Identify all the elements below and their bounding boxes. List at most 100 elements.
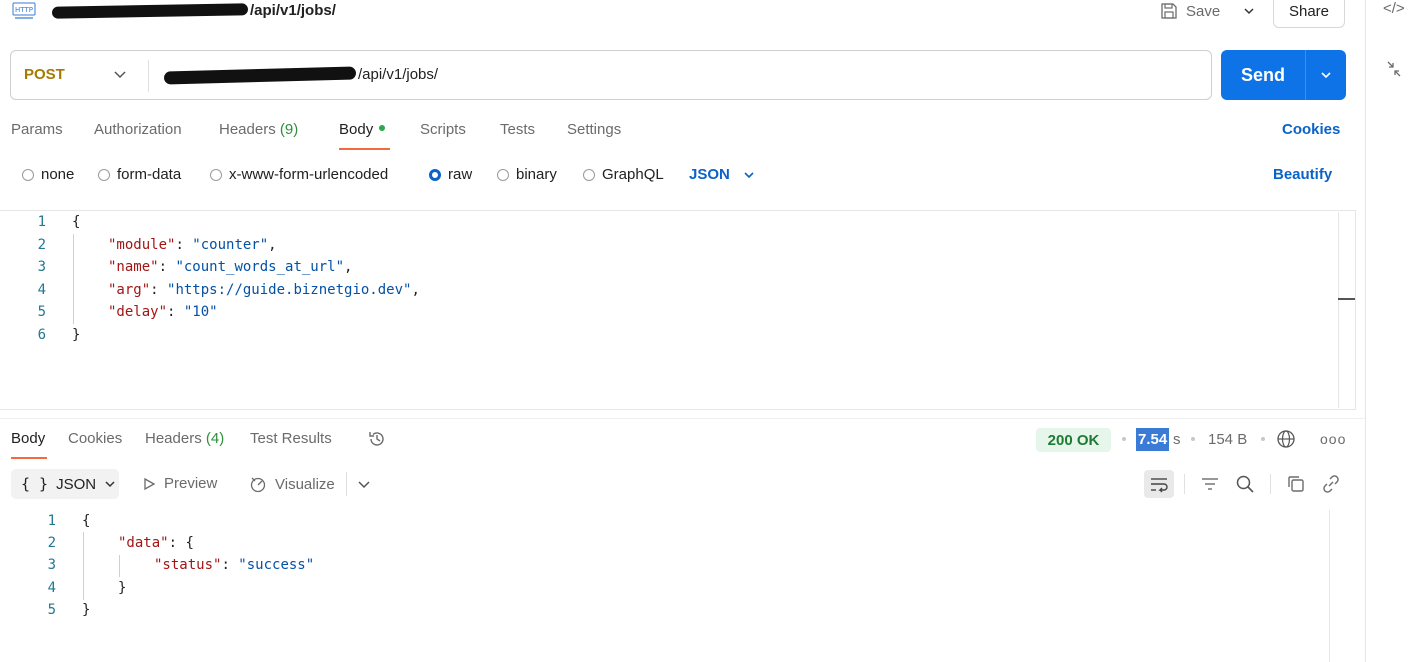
save-button[interactable]: Save (1160, 0, 1220, 22)
url-input[interactable]: /api/v1/jobs/ (163, 66, 438, 85)
code-brace-open: { (72, 214, 81, 230)
indent-guide (83, 532, 84, 600)
tab-headers[interactable]: Headers (9) (219, 121, 298, 138)
response-tab-headers-label: Headers (145, 430, 202, 447)
http-method-select[interactable]: POST (24, 66, 65, 83)
colon: : (221, 557, 239, 573)
chevron-down-icon[interactable] (112, 66, 128, 82)
radio-label: binary (516, 166, 557, 183)
preview-button[interactable]: Preview (142, 475, 217, 492)
tab-body-label: Body (339, 121, 374, 138)
tab-body[interactable]: Body (339, 121, 386, 138)
beautify-button[interactable]: Beautify (1273, 166, 1332, 183)
json-value: "count_words_at_url" (175, 259, 345, 275)
pane-divider[interactable] (0, 418, 1365, 419)
toolbar-divider (346, 472, 347, 496)
collapse-icon[interactable] (1386, 60, 1402, 78)
response-tab-test-results[interactable]: Test Results (250, 430, 332, 447)
json-value: "10" (183, 304, 218, 320)
tab-tests[interactable]: Tests (500, 121, 535, 138)
link-icon[interactable] (1321, 474, 1341, 494)
request-title[interactable]: /api/v1/jobs/ (51, 2, 336, 19)
redacted-host (51, 3, 249, 19)
radio-circle (22, 168, 34, 181)
radio-form-data[interactable]: form-data (98, 166, 181, 183)
status-badge[interactable]: 200 OK (1036, 428, 1111, 452)
code-brace-close: } (72, 327, 81, 343)
indent-guide (119, 555, 120, 577)
save-icon (1161, 3, 1177, 19)
line-number: 4 (37, 282, 46, 298)
response-tab-body[interactable]: Body (11, 430, 45, 447)
save-options-dropdown[interactable] (1238, 0, 1260, 22)
line-number: 1 (47, 513, 56, 529)
response-format-label: JSON (56, 475, 97, 493)
search-icon[interactable] (1235, 474, 1255, 494)
send-button[interactable]: Send (1221, 50, 1305, 100)
line-number: 5 (47, 602, 56, 618)
cookies-link[interactable]: Cookies (1282, 121, 1340, 138)
visualize-button[interactable]: Visualize (249, 475, 335, 493)
copy-icon[interactable] (1286, 474, 1306, 494)
editor-scrollbar[interactable] (1338, 212, 1339, 408)
radio-raw[interactable]: raw (429, 166, 472, 183)
chevron-down-icon[interactable] (356, 476, 372, 492)
radio-circle (210, 168, 222, 181)
body-format-select[interactable]: JSON (689, 166, 756, 183)
radio-circle (98, 168, 110, 181)
code-line: "data": { (118, 535, 194, 551)
send-options-dropdown[interactable] (1305, 50, 1346, 100)
history-icon[interactable] (367, 429, 387, 449)
tab-settings[interactable]: Settings (567, 121, 621, 138)
colon: : (158, 259, 176, 275)
radio-urlencoded[interactable]: x-www-form-urlencoded (210, 166, 388, 183)
response-time[interactable]: 7.54 (1136, 428, 1170, 451)
line-number: 6 (37, 327, 46, 343)
wrap-lines-button[interactable] (1144, 470, 1174, 498)
scrollbar-thumb[interactable] (1338, 298, 1355, 300)
tab-scripts[interactable]: Scripts (420, 121, 466, 138)
comma: , (268, 237, 277, 253)
line-number: 2 (37, 237, 46, 253)
radio-graphql[interactable]: GraphQL (583, 166, 664, 183)
radio-circle-selected (429, 168, 441, 181)
response-size[interactable]: 154 B (1208, 431, 1247, 448)
headers-count: (9) (279, 121, 299, 138)
tab-params[interactable]: Params (11, 121, 63, 138)
json-key: "name" (108, 259, 159, 275)
radio-none[interactable]: none (22, 166, 74, 183)
line-number: 1 (37, 214, 46, 230)
code-brace-close: } (118, 580, 127, 596)
toolbar-divider (1270, 474, 1271, 494)
preview-label: Preview (164, 475, 218, 492)
code-snippet-icon[interactable]: </> (1383, 0, 1405, 17)
active-tab-indicator (11, 457, 47, 459)
share-button[interactable]: Share (1273, 0, 1345, 28)
json-value: "success" (238, 557, 315, 573)
filter-icon[interactable] (1200, 474, 1220, 494)
right-sidebar-divider (1365, 0, 1366, 662)
radio-label: none (41, 166, 75, 183)
more-options-icon[interactable]: ooo (1320, 431, 1346, 447)
line-number: 5 (37, 304, 46, 320)
tab-authorization[interactable]: Authorization (94, 121, 182, 138)
globe-icon[interactable] (1276, 429, 1296, 449)
radio-circle (497, 168, 509, 181)
visualize-icon (250, 477, 266, 493)
code-brace-open: { (185, 535, 194, 551)
body-set-indicator (379, 125, 386, 132)
headers-count: (4) (205, 430, 225, 447)
svg-text:HTTP: HTTP (15, 6, 33, 14)
colon: : (150, 282, 168, 298)
comma: , (344, 259, 353, 275)
response-tab-headers[interactable]: Headers (4) (145, 430, 224, 447)
colon: : (175, 237, 193, 253)
radio-label: form-data (117, 166, 182, 183)
radio-binary[interactable]: binary (497, 166, 557, 183)
response-scrollbar[interactable] (1329, 510, 1330, 662)
code-brace-close: } (82, 602, 91, 618)
response-format-select[interactable]: { } JSON (11, 469, 119, 499)
response-tab-cookies[interactable]: Cookies (68, 430, 122, 447)
tab-headers-label: Headers (219, 121, 276, 138)
line-number: 3 (37, 259, 46, 275)
